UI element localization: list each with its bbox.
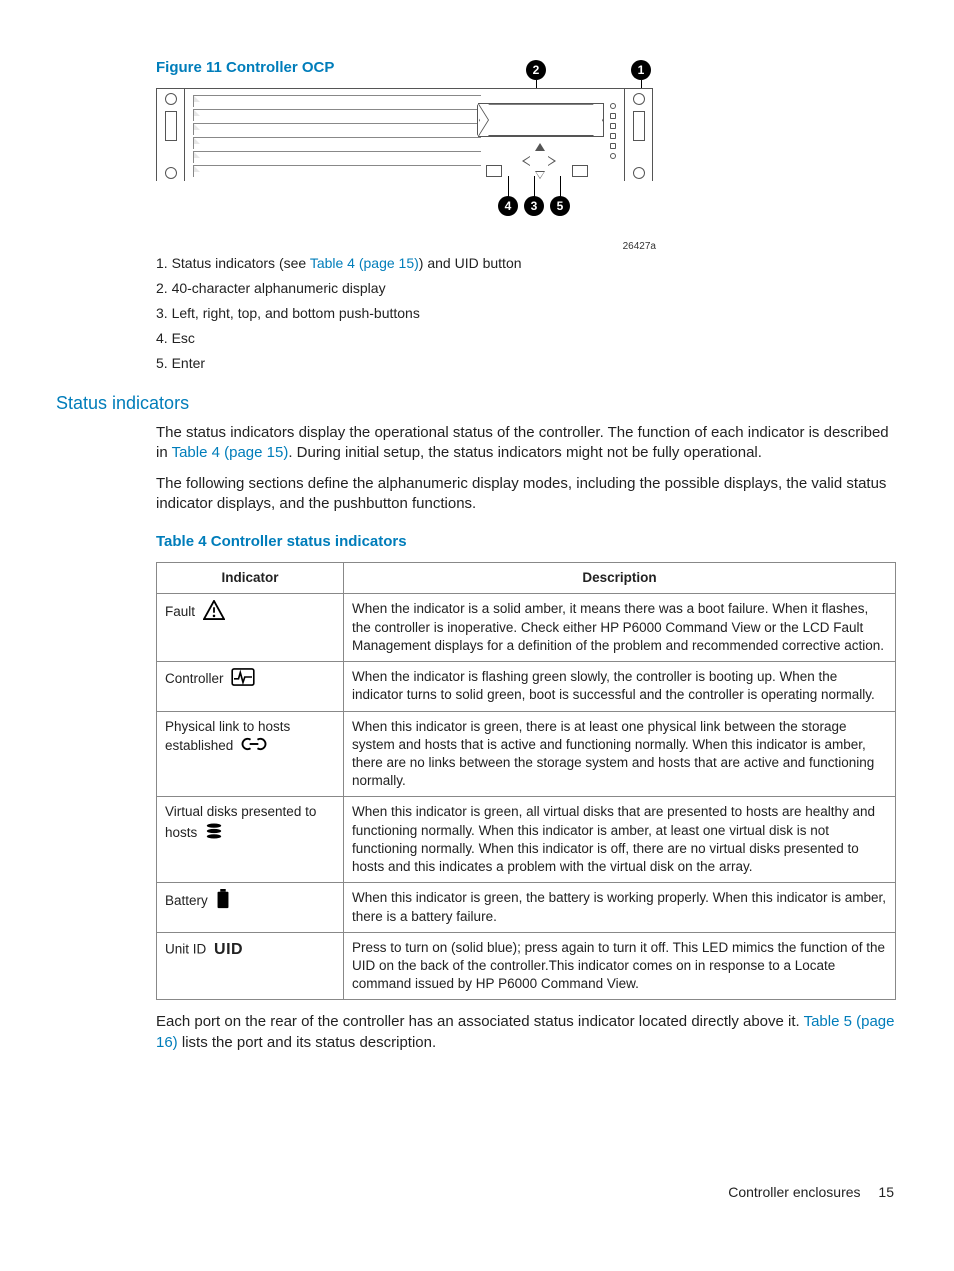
fault-icon [203,600,225,625]
controller-ocp-device [156,88,653,184]
table-row: Virtual disks presented to hosts When th… [157,797,896,883]
indicator-cell: Virtual disks presented to hosts [157,797,344,883]
description-cell: When the indicator is flashing green slo… [344,662,896,711]
down-arrow-icon [535,171,545,179]
indicator-label: Unit ID [165,941,206,956]
callout-text: ) and UID button [419,255,522,271]
esc-button-icon [486,165,502,177]
nav-pushbuttons [510,143,568,179]
indicator-cell: Physical link to hosts established [157,711,344,797]
right-ear [624,89,652,183]
figure-code: 26427a [623,240,656,254]
callout-lead [534,176,535,198]
callout-lead [560,176,561,198]
enter-button-icon [572,165,588,177]
description-cell: When this indicator is green, the batter… [344,883,896,932]
table-row: Controller When the indicator is flashin… [157,662,896,711]
callout-bubble-4: 4 [498,196,518,216]
para-text: lists the port and its status descriptio… [178,1034,436,1051]
page-footer: Controller enclosures 15 [56,1183,898,1202]
callout-bubble-3: 3 [524,196,544,216]
callout-item: 2. 40-character alphanumeric display [156,279,898,298]
callout-item: 4. Esc [156,329,898,348]
callout-text: 1. Status indicators (see [156,255,310,271]
table-row: Battery When this indicator is green, th… [157,883,896,932]
callout-item: 5. Enter [156,354,898,373]
description-cell: When the indicator is a solid amber, it … [344,594,896,662]
link-icon [241,736,267,757]
footer-section: Controller enclosures [728,1184,860,1200]
right-arrow-icon [548,156,556,166]
body-paragraph: Each port on the rear of the controller … [156,1012,898,1053]
battery-icon [216,889,230,914]
callout-item: 3. Left, right, top, and bottom push-but… [156,304,898,323]
indicator-label: Fault [165,605,195,620]
alphanumeric-display [478,103,604,137]
table-header-indicator: Indicator [157,563,344,594]
controller-status-indicators-table: Indicator Description Fault When the ind… [156,562,896,1000]
body-paragraph: The following sections define the alphan… [156,474,898,515]
figure-diagram: 2 1 4 3 5 26427a [156,88,676,184]
indicator-cell: Unit ID UID [157,932,344,1000]
disks-icon [205,822,223,845]
indicator-label: Physical link to hosts established [165,719,290,753]
indicator-cell: Battery [157,883,344,932]
left-ear [157,89,185,183]
indicator-cell: Fault [157,594,344,662]
table-4-link[interactable]: Table 4 (page 15) [310,255,419,271]
callout-item: 1. Status indicators (see Table 4 (page … [156,254,898,273]
indicator-cell: Controller [157,662,344,711]
table-row: Physical link to hosts established When … [157,711,896,797]
callout-lead [508,176,509,198]
figure-callout-list: 1. Status indicators (see Table 4 (page … [156,254,898,372]
uid-icon: UID [214,939,243,961]
left-arrow-icon [522,156,530,166]
section-heading-status-indicators: Status indicators [56,391,898,415]
para-text: Each port on the rear of the controller … [156,1013,804,1030]
status-indicator-dots [608,103,618,159]
table-row: Fault When the indicator is a solid ambe… [157,594,896,662]
vent-grille [193,95,481,177]
up-arrow-icon [535,143,545,151]
para-text: . During initial setup, the status indic… [288,444,762,461]
body-paragraph: The status indicators display the operat… [156,423,898,464]
table-row: Unit ID UID Press to turn on (solid blue… [157,932,896,1000]
indicator-label: Virtual disks presented to hosts [165,804,316,839]
table-header-description: Description [344,563,896,594]
description-cell: When this indicator is green, there is a… [344,711,896,797]
heartbeat-icon [231,668,255,691]
table-caption: Table 4 Controller status indicators [156,532,898,552]
callout-bubble-5: 5 [550,196,570,216]
indicator-label: Controller [165,671,224,686]
description-cell: When this indicator is green, all virtua… [344,797,896,883]
indicator-label: Battery [165,893,208,908]
table-4-link[interactable]: Table 4 (page 15) [172,444,289,461]
footer-page-number: 15 [878,1184,894,1200]
description-cell: Press to turn on (solid blue); press aga… [344,932,896,1000]
